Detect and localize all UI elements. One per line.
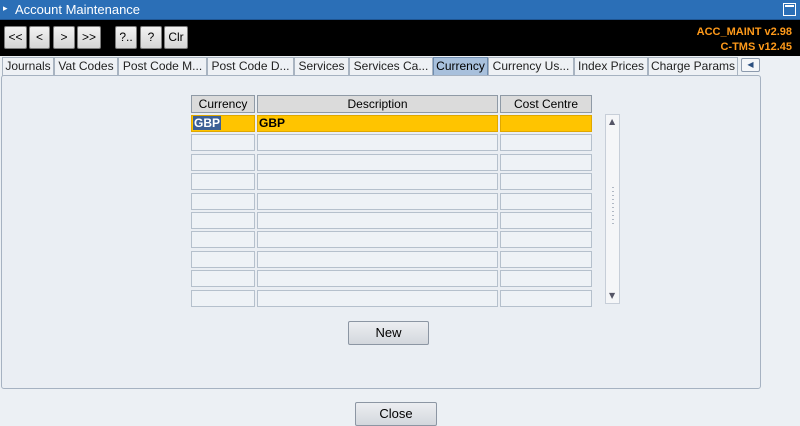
grid-cell[interactable] [257,154,498,171]
tab-services[interactable]: Services [294,57,349,76]
tab-strip: Journals Vat Codes Post Code M... Post C… [0,56,800,76]
platform-version-label: C-TMS v12.45 [720,41,792,53]
grid-cell[interactable] [191,193,255,210]
grid-cell[interactable] [191,290,255,307]
grid-cell[interactable] [500,270,592,287]
close-button[interactable]: Close [355,402,437,426]
title-bar: ▸ Account Maintenance [0,0,800,20]
previous-record-button[interactable]: < [29,26,50,49]
scroll-down-icon[interactable]: ▼ [609,292,615,300]
new-button[interactable]: New [348,321,429,345]
first-record-button[interactable]: << [4,26,27,49]
toolbar: << < > >> ?.. ? Clr ACC_MAINT v2.98 C-TM… [0,20,800,56]
currency-cell[interactable]: GBP [191,115,255,132]
column-header-cost-centre: Cost Centre [500,95,592,113]
column-header-description: Description [257,95,498,113]
next-record-button[interactable]: > [53,26,75,49]
query-button[interactable]: ? [140,26,162,49]
grid-cell[interactable] [500,290,592,307]
tab-journals[interactable]: Journals [2,57,54,76]
tab-currency[interactable]: Currency [433,57,488,76]
grid-cell[interactable] [191,231,255,248]
tab-vat-codes[interactable]: Vat Codes [54,57,118,76]
grid-cell[interactable] [191,212,255,229]
grid-cell[interactable] [257,251,498,268]
grid-cell[interactable] [500,212,592,229]
tab-charge-params[interactable]: Charge Params [648,57,738,76]
grid-cell[interactable] [500,193,592,210]
grid-cell[interactable] [191,251,255,268]
tab-scroll-left-icon[interactable]: ◀ [741,58,760,72]
grid-scrollbar[interactable]: ▲ ▼ [605,114,620,304]
tab-services-ca[interactable]: Services Ca... [349,57,433,76]
scroll-grip[interactable] [612,187,614,225]
grid-cell[interactable] [500,134,592,151]
grid-cell[interactable] [257,212,498,229]
tab-currency-us[interactable]: Currency Us... [488,57,574,76]
scroll-up-icon[interactable]: ▲ [609,118,615,126]
tab-post-code-d[interactable]: Post Code D... [207,57,294,76]
grid-cell[interactable] [191,173,255,190]
grid-cell[interactable] [257,231,498,248]
query-list-button[interactable]: ?.. [115,26,137,49]
version-label: ACC_MAINT v2.98 [696,26,792,38]
grid-cell[interactable] [191,270,255,287]
tab-index-prices[interactable]: Index Prices [574,57,648,76]
window-menu-icon[interactable]: ▸ [3,4,13,15]
last-record-button[interactable]: >> [77,26,101,49]
window-title: Account Maintenance [15,2,141,17]
grid-cell[interactable] [191,154,255,171]
column-header-currency: Currency [191,95,255,113]
clear-button[interactable]: Clr [164,26,188,49]
grid-cell[interactable] [257,134,498,151]
grid-cell[interactable] [257,290,498,307]
grid-cell[interactable] [257,270,498,287]
maximize-icon[interactable] [783,3,796,16]
currency-value[interactable]: GBP [193,116,222,130]
grid-cell[interactable] [500,251,592,268]
grid-cell[interactable] [257,173,498,190]
description-cell[interactable]: GBP [257,115,498,132]
grid-cell[interactable] [500,154,592,171]
cost-centre-cell[interactable] [500,115,592,132]
grid-cell[interactable] [500,173,592,190]
grid-cell[interactable] [191,134,255,151]
grid-cell[interactable] [500,231,592,248]
grid-cell[interactable] [257,193,498,210]
tab-post-code-m[interactable]: Post Code M... [118,57,207,76]
